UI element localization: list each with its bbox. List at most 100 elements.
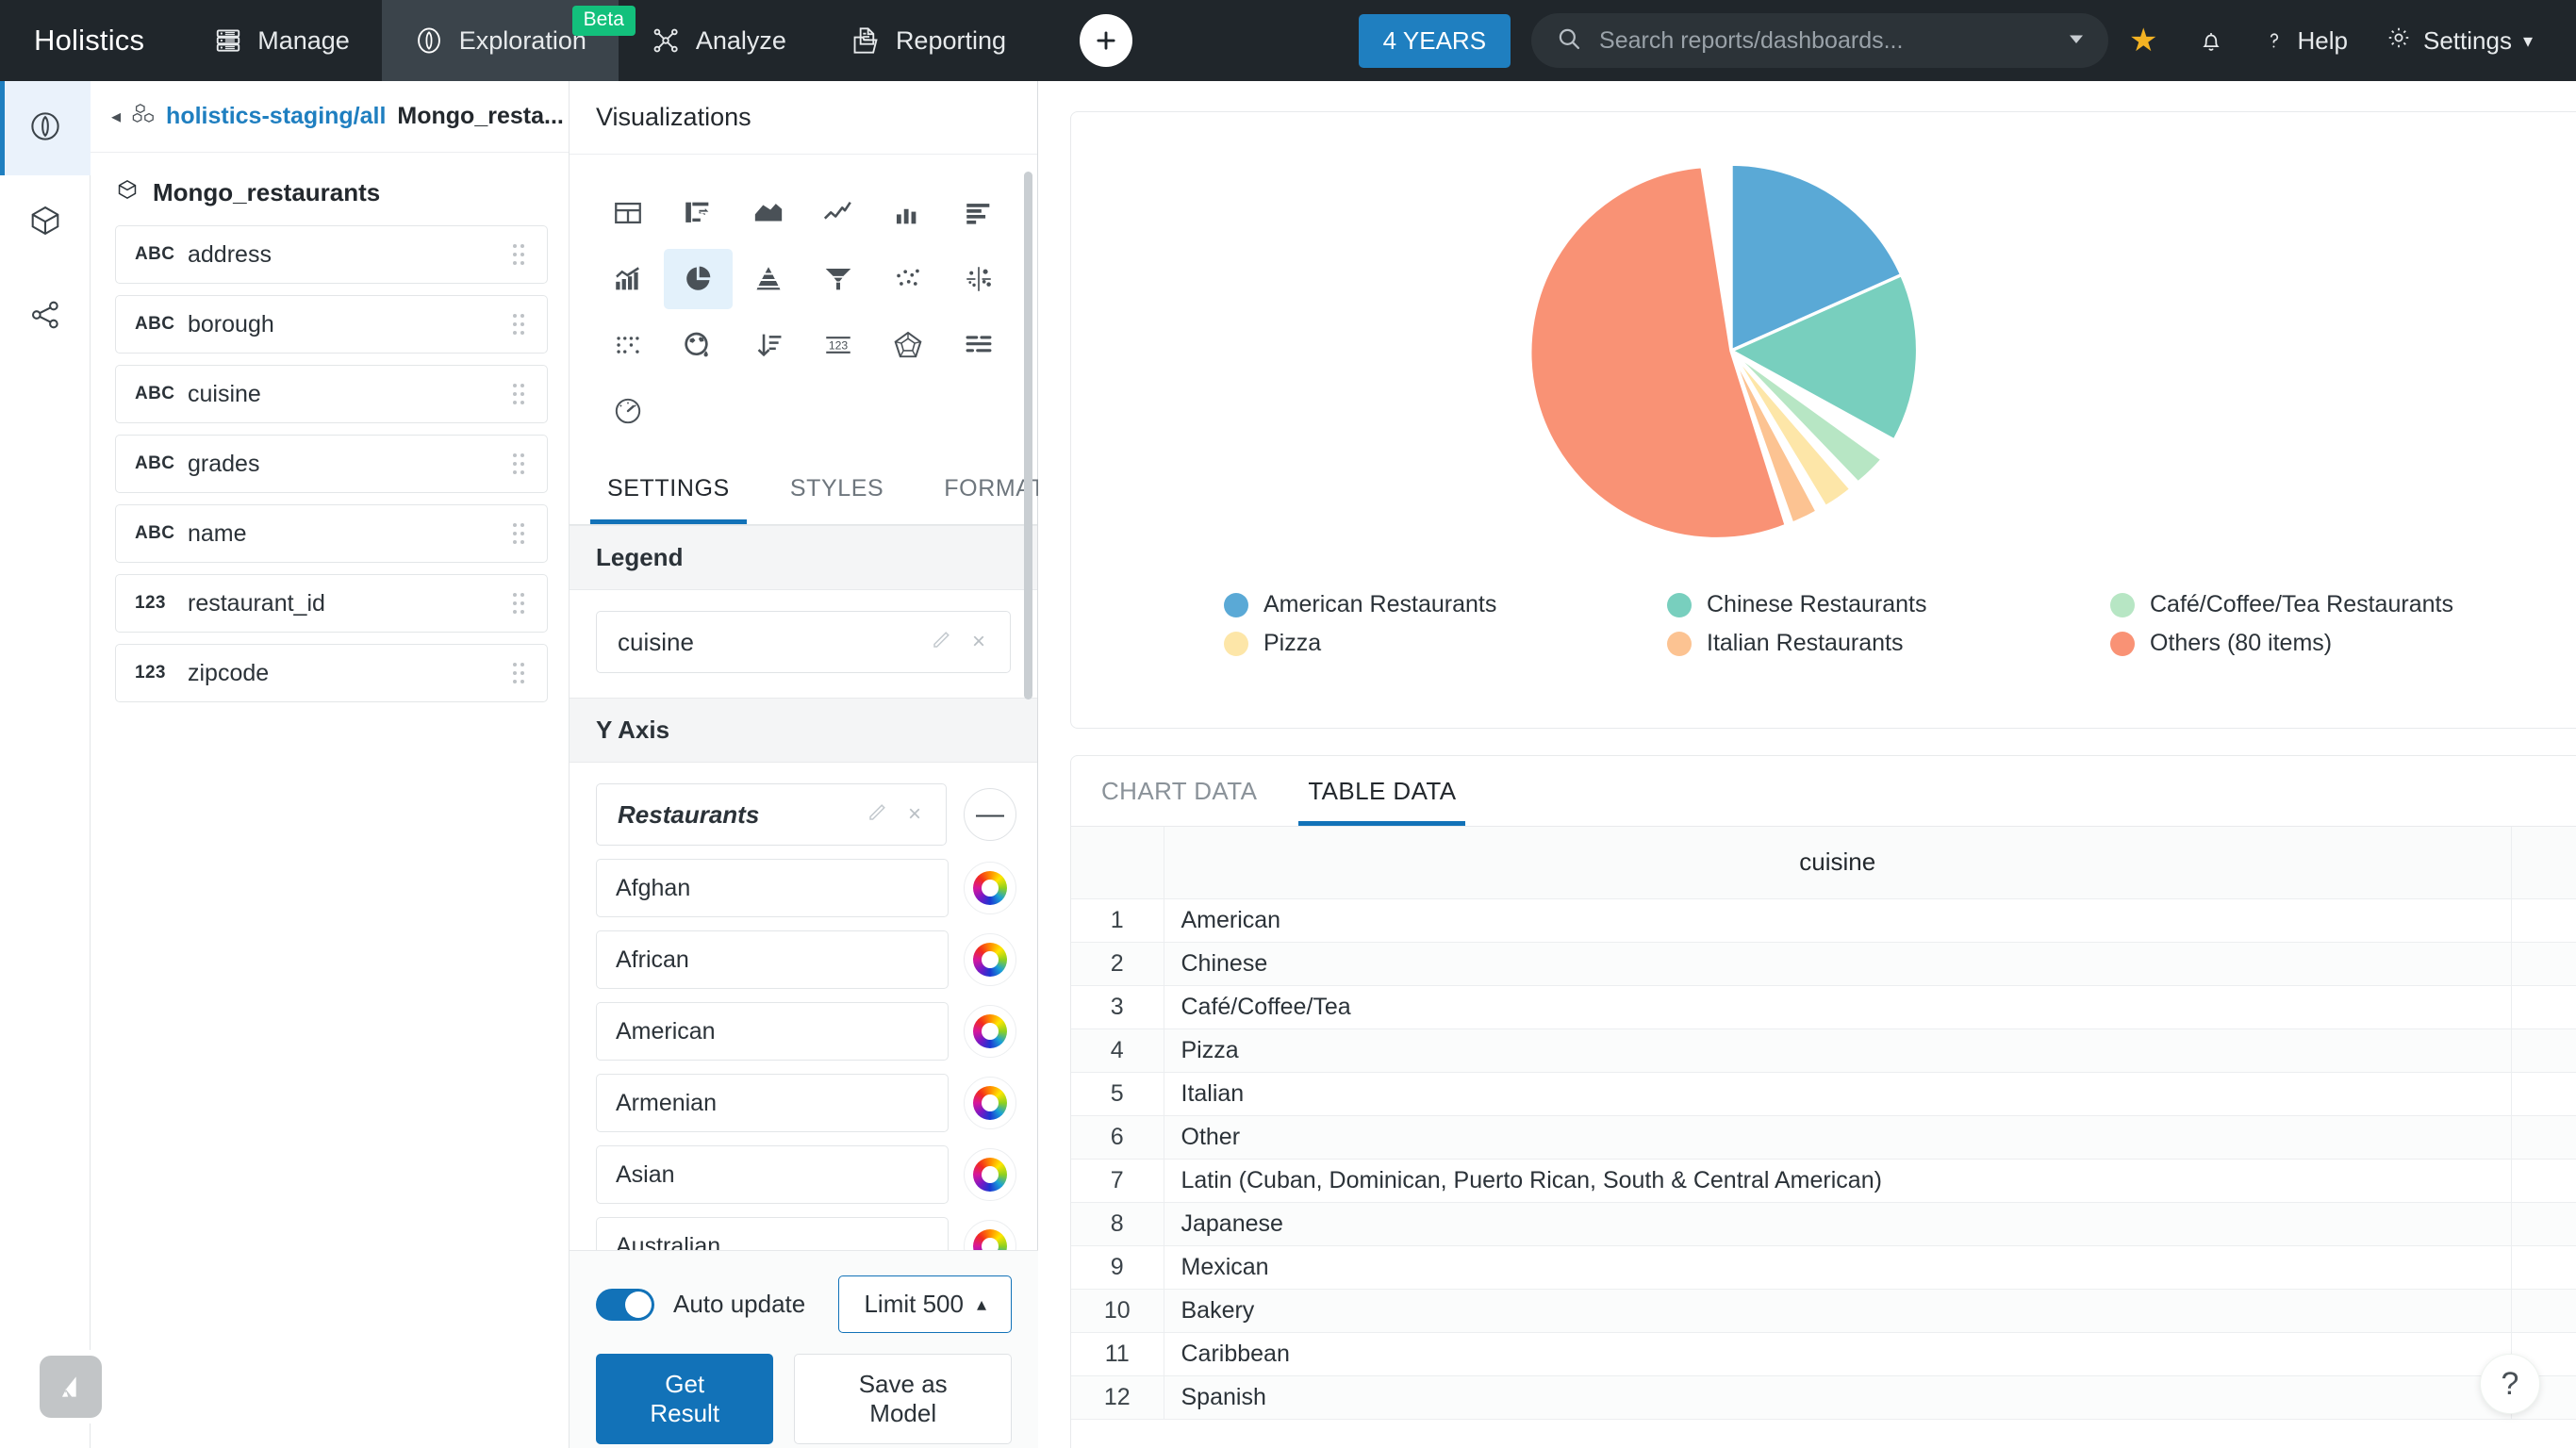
tab-chart-data[interactable]: CHART DATA [1092,756,1266,826]
viz-type-number-metric-icon[interactable]: 123 [804,315,872,375]
nav-item-reporting[interactable]: Reporting [818,0,1038,81]
cuisine-name[interactable]: Asian [596,1145,949,1204]
help-menu-item[interactable]: Help [2243,0,2367,81]
legend-field-pill[interactable]: cuisine × [596,611,1011,673]
table-row[interactable]: 2 Chinese [1071,942,2576,985]
field-item[interactable]: 123 restaurant_id [115,574,548,633]
drag-handle-icon[interactable] [513,453,530,474]
nav-item-manage[interactable]: Manage [182,0,382,81]
field-item[interactable]: 123 zipcode [115,644,548,702]
color-picker-button[interactable] [964,1148,1016,1201]
legend-item-chinese[interactable]: Chinese Restaurants [1667,591,2110,618]
viz-type-bullet-chart-icon[interactable] [945,315,1013,375]
viz-type-line-chart-icon[interactable] [804,183,872,243]
rail-item-exploration[interactable] [0,81,91,175]
drag-handle-icon[interactable] [513,663,530,683]
viz-type-pivot-table-icon[interactable] [664,183,732,243]
column-header-cuisine[interactable]: cuisine [1164,827,2512,898]
viz-type-geo-heatmap-icon[interactable] [664,315,732,375]
settings-menu-item[interactable]: Settings ▾ [2367,0,2551,81]
viz-type-gauge-chart-icon[interactable] [594,381,662,441]
color-picker-button[interactable] [964,1005,1016,1058]
viz-type-bar-chart-icon[interactable] [945,183,1013,243]
table-row[interactable]: 7 Latin (Cuban, Dominican, Puerto Rican,… [1071,1159,2576,1202]
viz-type-radar-chart-icon[interactable] [874,315,942,375]
table-row[interactable]: 9 Mexican [1071,1245,2576,1289]
field-item[interactable]: ABC name [115,504,548,563]
get-result-button[interactable]: Get Result [596,1354,773,1444]
breadcrumb-back-arrow[interactable]: ◂ [111,105,121,128]
cuisine-name[interactable]: African [596,930,949,989]
drag-handle-icon[interactable] [513,593,530,614]
cuisine-name[interactable]: Afghan [596,859,949,917]
viz-type-sort-descending-icon[interactable] [735,315,802,375]
drag-handle-icon[interactable] [513,523,530,544]
drag-handle-icon[interactable] [513,384,530,404]
table-row[interactable]: 4 Pizza [1071,1028,2576,1072]
tab-styles[interactable]: STYLES [773,454,900,524]
table-row[interactable]: 10 Bakery [1071,1289,2576,1332]
table-row[interactable]: 5 Italian [1071,1072,2576,1115]
color-picker-button[interactable] [964,933,1016,986]
chevron-down-icon[interactable] [2065,27,2088,55]
color-picker-button[interactable] [964,862,1016,914]
table-row[interactable]: 8 Japanese [1071,1202,2576,1245]
pencil-icon[interactable] [857,800,899,830]
legend-item-american[interactable]: American Restaurants [1224,591,1667,618]
close-icon[interactable]: × [963,629,995,655]
cuisine-name[interactable]: Armenian [596,1074,949,1132]
years-badge-button[interactable]: 4 YEARS [1359,14,1511,68]
close-icon[interactable]: × [899,801,931,828]
drag-handle-icon[interactable] [513,314,530,335]
tab-settings[interactable]: SETTINGS [590,454,747,524]
viz-type-table-icon[interactable] [594,183,662,243]
legend-item-others[interactable]: Others (80 items) [2110,630,2553,657]
field-item[interactable]: ABC grades [115,435,548,493]
table-row[interactable]: 11 Caribbean [1071,1332,2576,1375]
nav-item-exploration[interactable]: Exploration Beta [382,0,619,81]
viz-panel-scrollbar[interactable] [1024,172,1032,699]
notifications-bell-icon[interactable] [2179,0,2243,81]
viz-type-funnel-chart-icon[interactable] [804,249,872,309]
viz-type-scatter-plot-icon[interactable] [874,249,942,309]
viz-type-dot-matrix-icon[interactable] [594,315,662,375]
table-row[interactable]: 12 Spanish [1071,1375,2576,1419]
legend-item-cafe[interactable]: Café/Coffee/Tea Restaurants [2110,591,2563,618]
collapse-yaxis-button[interactable]: — [964,788,1016,841]
search-input[interactable]: Search reports/dashboards... [1531,13,2108,68]
viz-type-pie-chart-icon[interactable] [664,249,732,309]
tab-table-data[interactable]: TABLE DATA [1298,756,1465,826]
legend-color-dot [1667,593,1692,617]
table-row[interactable]: 1 American [1071,898,2576,942]
viz-type-box-plot-icon[interactable] [945,249,1013,309]
rail-item-share[interactable] [0,270,91,364]
rail-item-models[interactable] [0,175,91,270]
viz-type-pyramid-chart-icon[interactable] [735,249,802,309]
pencil-icon[interactable] [921,628,963,657]
app-shortcut-icon[interactable] [40,1356,102,1418]
table-row[interactable]: 3 Café/Coffee/Tea [1071,985,2576,1028]
auto-update-toggle[interactable] [596,1289,654,1321]
nav-item-analyze[interactable]: Analyze [619,0,818,81]
save-as-model-button[interactable]: Save as Model [794,1354,1012,1444]
help-floating-button[interactable]: ? [2480,1354,2540,1414]
color-picker-button[interactable] [964,1077,1016,1129]
yaxis-field-pill[interactable]: Restaurants × [596,783,947,846]
brand-logo[interactable]: Holistics [0,24,182,58]
legend-item-pizza[interactable]: Pizza [1224,630,1667,657]
legend-item-italian[interactable]: Italian Restaurants [1667,630,2110,657]
limit-dropdown-button[interactable]: Limit 500 ▴ [838,1275,1012,1333]
viz-type-combo-chart-icon[interactable] [594,249,662,309]
field-item[interactable]: ABC borough [115,295,548,354]
add-new-button[interactable] [1080,14,1132,67]
drag-handle-icon[interactable] [513,244,530,265]
breadcrumb-source-link[interactable]: holistics-staging/all [166,103,386,130]
cuisine-name[interactable]: American [596,1002,949,1061]
viz-type-column-chart-icon[interactable] [874,183,942,243]
favorites-star-icon[interactable]: ★ [2108,0,2178,81]
pie-chart[interactable] [1071,148,2391,553]
viz-type-area-chart-icon[interactable] [735,183,802,243]
table-row[interactable]: 6 Other [1071,1115,2576,1159]
field-item[interactable]: ABC cuisine [115,365,548,423]
field-item[interactable]: ABC address [115,225,548,284]
